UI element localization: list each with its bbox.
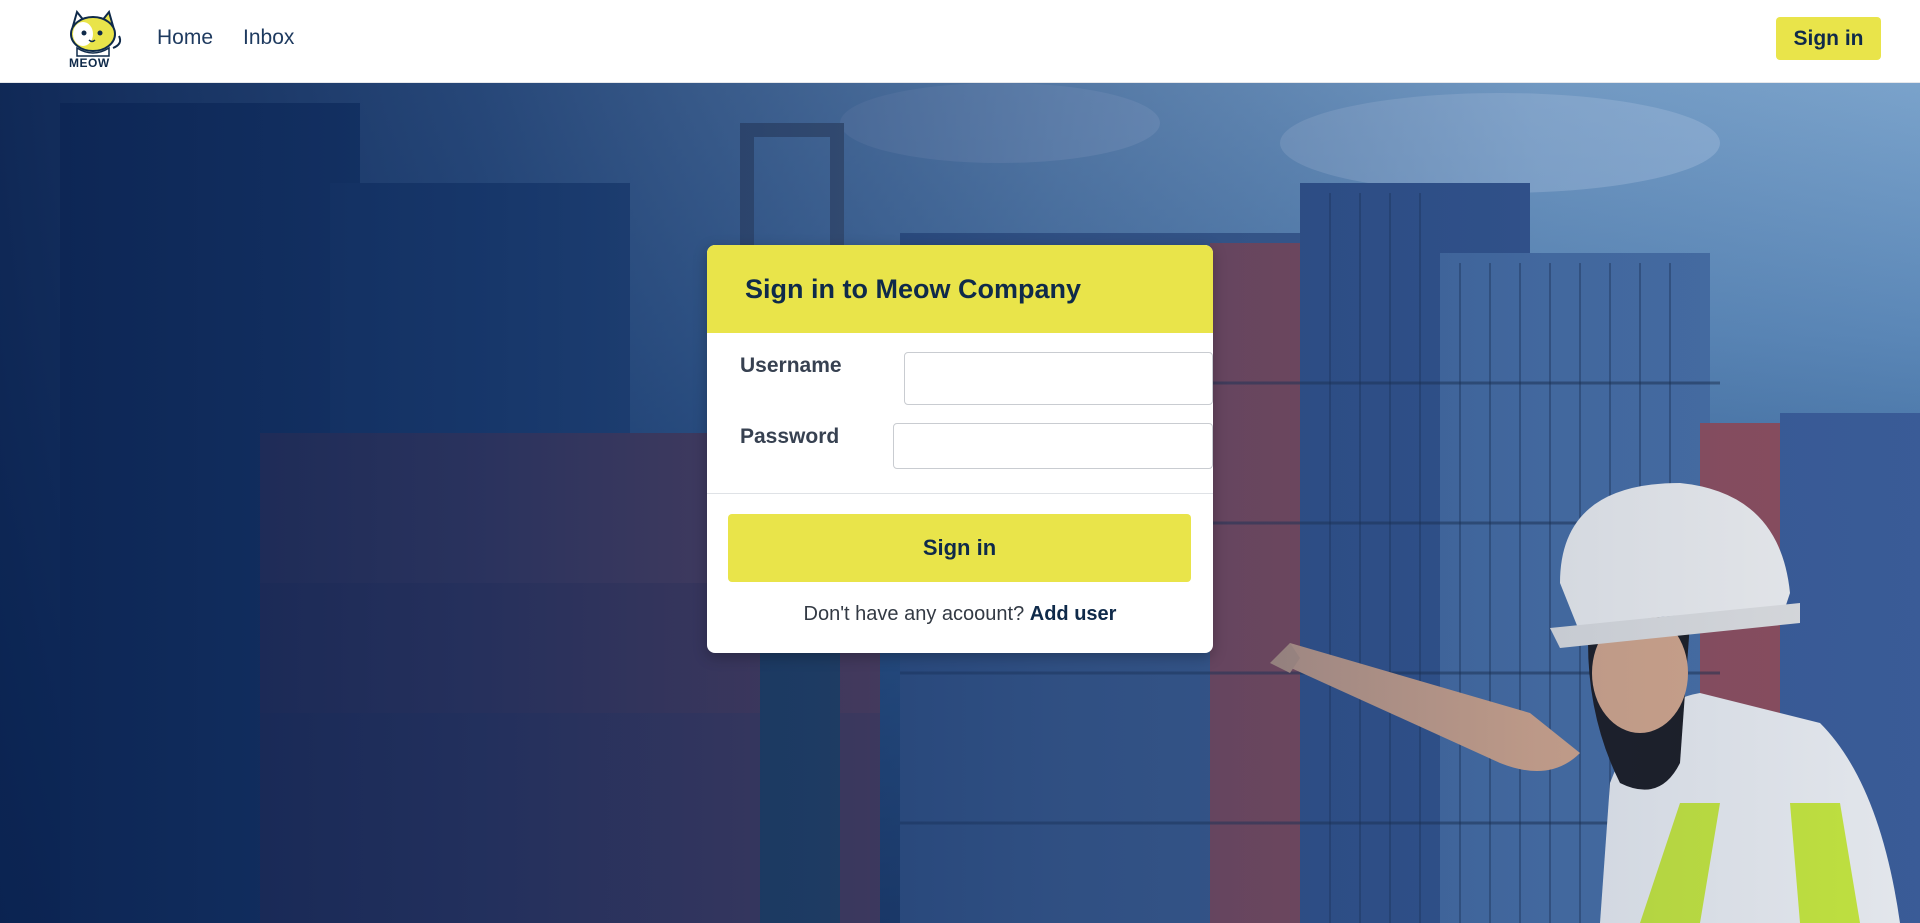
nav-signin-button[interactable]: Sign in xyxy=(1776,17,1881,60)
nav-link-inbox[interactable]: Inbox xyxy=(243,26,294,50)
signup-prompt-text: Don't have any acoount? xyxy=(803,603,1025,625)
username-input[interactable] xyxy=(904,352,1213,405)
password-input[interactable] xyxy=(893,423,1213,469)
add-user-link[interactable]: Add user xyxy=(1030,603,1117,625)
cat-logo-icon[interactable]: MEOW xyxy=(63,8,125,70)
top-navbar: MEOW Home Inbox Sign in xyxy=(0,0,1920,83)
signin-submit-button[interactable]: Sign in xyxy=(728,514,1191,582)
signup-prompt-line: Don't have any acoount? Add user xyxy=(707,603,1213,626)
signin-card-title: Sign in to Meow Company xyxy=(745,273,1081,304)
signin-card: Sign in to Meow Company Username Passwor… xyxy=(707,245,1213,653)
signin-card-header: Sign in to Meow Company xyxy=(707,245,1213,333)
nav-link-home[interactable]: Home xyxy=(157,26,213,50)
password-label: Password xyxy=(740,425,840,448)
username-label: Username xyxy=(740,354,842,377)
password-row: Password xyxy=(740,423,1213,469)
username-row: Username xyxy=(740,352,1213,405)
card-divider xyxy=(707,493,1213,494)
logo-text: MEOW xyxy=(69,56,110,70)
